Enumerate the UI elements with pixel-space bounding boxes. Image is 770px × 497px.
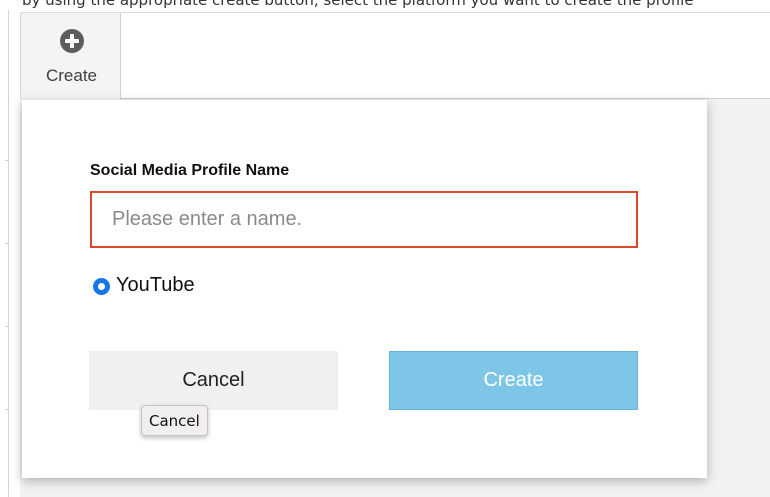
- intro-text: by using the appropriate create button, …: [22, 0, 694, 9]
- radio-selected-icon: [93, 278, 110, 295]
- left-divider: [8, 10, 9, 497]
- divider-tick: [5, 243, 9, 244]
- divider-tick: [5, 326, 9, 327]
- toolbar-create-label: Create: [45, 66, 98, 85]
- create-button[interactable]: Create: [389, 351, 638, 410]
- cancel-tooltip: Cancel: [141, 405, 208, 436]
- profile-name-label: Social Media Profile Name: [90, 162, 290, 179]
- divider-tick: [5, 160, 9, 161]
- cancel-button[interactable]: Cancel: [89, 351, 338, 410]
- platform-radio-youtube[interactable]: YouTube: [93, 273, 195, 297]
- toolbar-create-button[interactable]: Create: [20, 13, 121, 99]
- create-profile-dialog: Social Media Profile Name YouTube Cancel…: [22, 100, 707, 478]
- profile-name-input[interactable]: [90, 191, 638, 248]
- plus-circle-icon: [60, 29, 84, 53]
- toolbar: Create: [20, 12, 770, 99]
- divider-tick: [5, 409, 9, 410]
- page: by using the appropriate create button, …: [0, 0, 770, 497]
- platform-radio-label: YouTube: [116, 273, 195, 296]
